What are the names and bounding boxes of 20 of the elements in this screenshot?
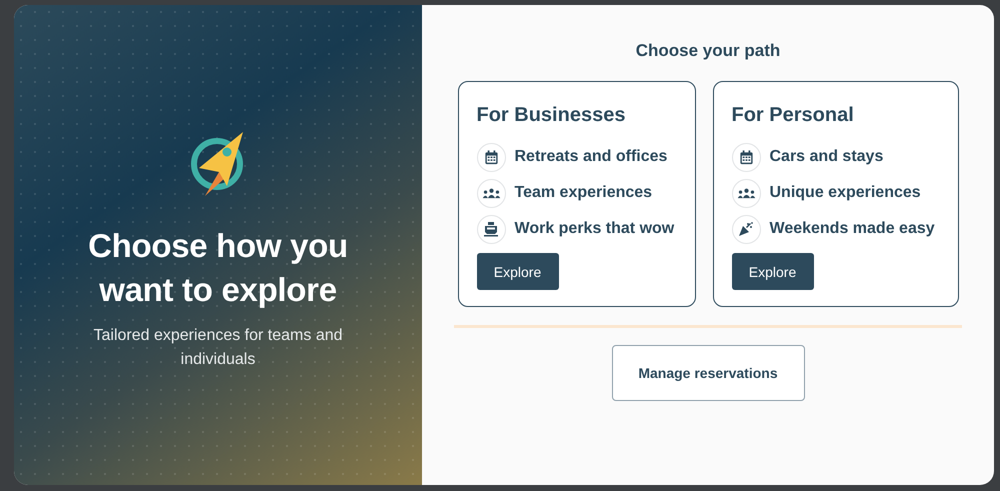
feature-label: Team experiences	[514, 184, 652, 202]
feature-label: Unique experiences	[770, 184, 921, 202]
feature-label: Weekends made easy	[770, 220, 935, 238]
ship-icon	[483, 221, 499, 237]
manage-reservations-button[interactable]: Manage reservations	[612, 345, 804, 401]
feature-label: Retreats and offices	[514, 148, 668, 166]
card-title: For Personal	[732, 104, 855, 127]
calendar-icon	[738, 150, 754, 164]
calendar-icon	[484, 150, 498, 164]
people-icon	[482, 188, 500, 198]
feature-label: Cars and stays	[770, 148, 884, 166]
panel-title: Choose your path	[636, 41, 780, 61]
people-icon	[736, 188, 756, 198]
party-popper-icon	[738, 221, 754, 237]
explore-button[interactable]: Explore	[732, 253, 814, 290]
explore-button[interactable]: Explore	[476, 253, 558, 290]
card-title: For Businesses	[476, 104, 626, 127]
hero-heading: Choose how you want to explore	[87, 226, 349, 310]
feature-label: Work perks that wow	[514, 220, 674, 238]
hero-subtitle: Tailored experiences for teams and individuals	[92, 326, 344, 370]
